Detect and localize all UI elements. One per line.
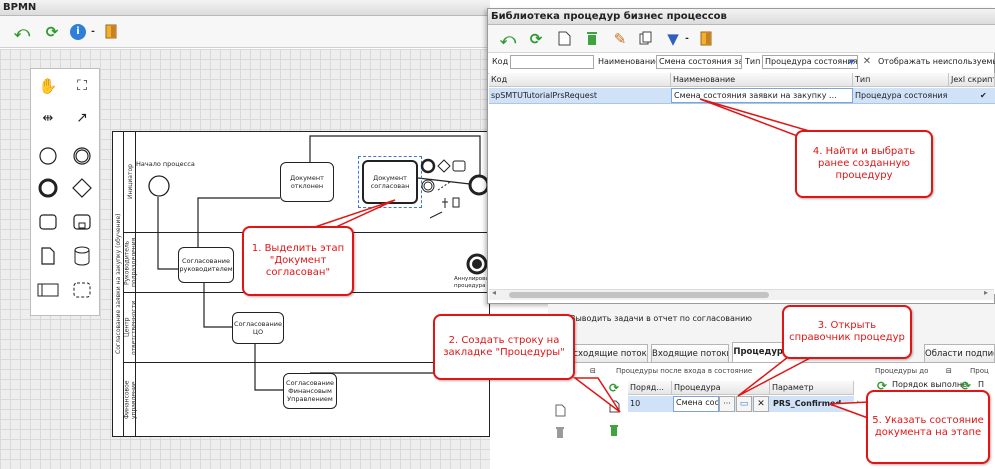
right-collapse-icon[interactable]: ⊟: [946, 364, 952, 378]
row-jexl-check[interactable]: ✔: [978, 89, 992, 102]
callout-step-5: 5. Указать состояние документа на этапе: [866, 390, 990, 464]
cancel-end-event[interactable]: [466, 253, 488, 275]
edit-icon[interactable]: ✎: [612, 31, 628, 47]
library-title: Библиотека процедур бизнес процессов: [491, 11, 727, 22]
cancel-end-label: Аннулирован процедура: [454, 276, 490, 289]
library-toolbar: ⤺ ⟳ ✎ ▼ -: [488, 25, 995, 53]
right-header: Процедуры до: [875, 367, 929, 375]
col-parameter[interactable]: Параметр: [770, 381, 854, 395]
code-filter-label: Код: [492, 57, 509, 66]
clear-value-icon[interactable]: ✕: [753, 396, 769, 412]
new-row-icon[interactable]: [552, 404, 568, 420]
task-co-approval[interactable]: Согласование ЦО: [232, 312, 284, 344]
col-code[interactable]: Код: [489, 73, 671, 87]
task-document-approved[interactable]: Документ согласован: [362, 160, 418, 204]
left-header2: Процедуры после входа в состояние: [616, 367, 753, 375]
delete-icon[interactable]: [584, 31, 600, 47]
new-row-icon[interactable]: [606, 400, 622, 416]
row-name[interactable]: Смена состояния заявки на закупку ...: [671, 88, 853, 103]
col-type[interactable]: Тип: [853, 73, 949, 87]
more-button[interactable]: ···: [719, 396, 735, 412]
library-titlebar: Библиотека процедур бизнес процессов: [488, 9, 995, 25]
col-order[interactable]: Поряд...: [628, 381, 672, 395]
name-filter-label: Наименование: [598, 57, 661, 66]
row-code[interactable]: spSMTUTutorialPrsRequest: [489, 89, 671, 102]
chevron-down-icon[interactable]: ▼: [846, 56, 857, 68]
callout-step-3: 3. Открыть справочник процедур: [782, 305, 912, 359]
task-finance-approval[interactable]: Согласование Финансовым Управлением: [283, 373, 337, 409]
right-header2: Проц: [970, 367, 989, 375]
task-manager-approval[interactable]: Согласование руководителем: [178, 247, 234, 283]
code-filter-input[interactable]: [510, 55, 594, 69]
type-filter-select[interactable]: Процедура состояния: [762, 55, 858, 69]
undo-icon[interactable]: ⤺: [500, 31, 516, 47]
tab-outgoing-flows[interactable]: Исходящие потоки: [566, 344, 648, 362]
refresh-icon[interactable]: ⟳: [528, 31, 544, 47]
delete-icon[interactable]: [552, 426, 568, 442]
row-parameter[interactable]: PRS_Confirmed...: [771, 397, 855, 410]
open-directory-icon[interactable]: ▭: [736, 396, 752, 412]
type-filter-label: Тип: [745, 57, 761, 66]
exit-door-icon[interactable]: [698, 31, 714, 47]
row-type[interactable]: Процедура состояния: [853, 89, 949, 102]
start-event[interactable]: [147, 174, 171, 198]
start-event-label: Начало процесса: [136, 160, 195, 168]
new-document-icon[interactable]: [556, 31, 572, 47]
horizontal-scrollbar[interactable]: ◂ ▸: [489, 288, 994, 300]
col-name[interactable]: Наименование: [671, 73, 853, 87]
col-procedure[interactable]: Процедура: [672, 381, 770, 395]
dropdown-icon[interactable]: -: [679, 31, 695, 47]
callout-step-2: 2. Создать строку на закладке "Процедуры…: [433, 314, 575, 380]
callout-step-1: 1. Выделить этап "Документ согласован": [242, 226, 354, 296]
show-unused-label: Отображать неиспользуемые: [878, 57, 995, 66]
clear-filter-icon[interactable]: ✕: [861, 55, 873, 69]
copy-icon[interactable]: [638, 31, 654, 47]
callout-step-4: 4. Найти и выбрать ранее созданную проце…: [795, 130, 933, 198]
col-jexl[interactable]: Jexl скрипт: [949, 73, 995, 87]
refresh-icon[interactable]: ⟳: [606, 380, 622, 396]
delete-icon[interactable]: [606, 424, 622, 440]
procedure-cell-input[interactable]: Смена сост: [673, 396, 719, 412]
left-collapse-icon[interactable]: ⊟: [590, 364, 596, 378]
tab-incoming-flows[interactable]: Входящие потоки: [651, 344, 729, 362]
report-text: Выводить задачи в отчет по согласованию: [570, 314, 753, 323]
task-document-rejected[interactable]: Документ отклонен: [280, 162, 334, 202]
row-order[interactable]: 10: [628, 397, 672, 410]
name-filter-input[interactable]: Смена состояния заяв: [656, 55, 742, 69]
tab-signature-areas[interactable]: Области подписи: [924, 344, 995, 362]
vertical-scrollbar-arrow-icon[interactable]: ▴: [856, 398, 860, 406]
